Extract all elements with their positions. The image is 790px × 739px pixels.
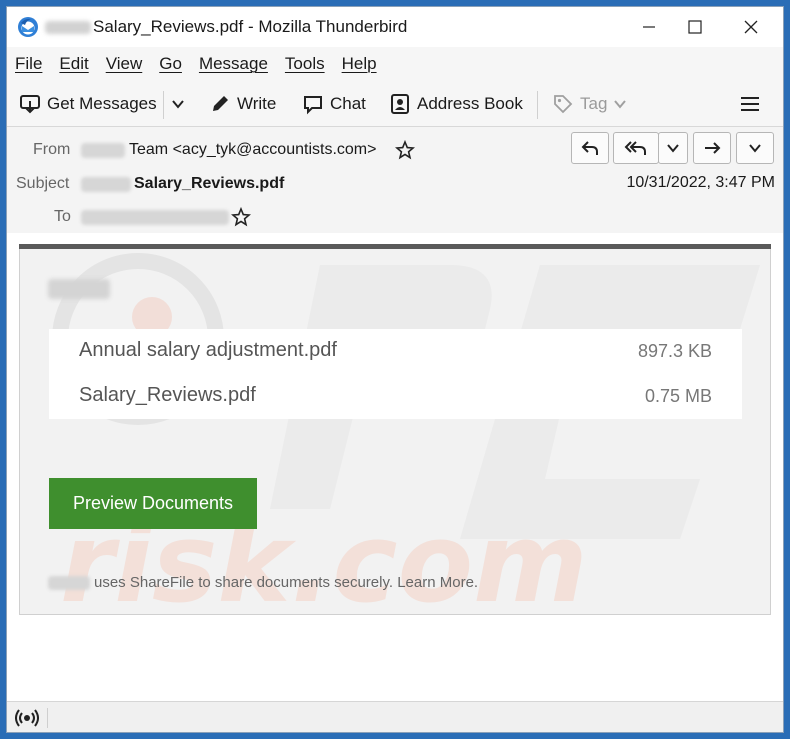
message-header: From Team <acy_tyk@accountists.com> Subj… <box>7 127 783 234</box>
minimize-button[interactable] <box>626 7 672 47</box>
subject-value: Salary_Reviews.pdf <box>134 175 285 192</box>
close-button[interactable] <box>728 7 774 47</box>
menu-bar: File Edit View Go Message Tools Help <box>7 47 783 81</box>
reply-all-button[interactable] <box>613 132 659 164</box>
chevron-down-icon <box>172 100 184 109</box>
maximize-icon <box>688 20 702 34</box>
sharefile-card: risk.com Annual salary adjustment.pdf 89… <box>19 249 771 615</box>
address-book-icon <box>391 94 409 114</box>
chevron-down-icon <box>614 100 627 109</box>
redacted-recipient <box>81 210 229 225</box>
redacted-company-footer <box>48 576 90 590</box>
chat-button[interactable]: Chat <box>302 81 366 127</box>
reply-all-dropdown[interactable] <box>658 132 688 164</box>
get-messages-button[interactable]: Get Messages <box>19 81 157 127</box>
download-icon <box>20 95 40 114</box>
chevron-down-icon <box>667 144 679 153</box>
pcrisk-watermark: risk.com <box>52 253 760 614</box>
from-label: From <box>33 141 71 158</box>
sharefile-footer-text: uses ShareFile to share documents secure… <box>94 574 479 591</box>
address-book-label: Address Book <box>417 94 523 113</box>
menu-file[interactable]: File <box>15 54 42 74</box>
menu-message[interactable]: Message <box>199 54 268 74</box>
main-toolbar: Get Messages Write Chat Address Book Tag <box>7 81 783 127</box>
subject-label: Subject <box>16 175 70 192</box>
app-menu-button[interactable] <box>740 81 766 127</box>
reply-all-icon <box>624 141 646 155</box>
message-body: risk.com Annual salary adjustment.pdf 89… <box>7 233 783 701</box>
tag-icon <box>554 95 573 114</box>
star-icon[interactable] <box>395 140 415 160</box>
menu-edit[interactable]: Edit <box>59 54 88 74</box>
status-bar <box>7 701 783 732</box>
file-name: Salary_Reviews.pdf <box>79 384 256 406</box>
write-button[interactable]: Write <box>209 81 276 127</box>
pencil-icon <box>213 96 228 111</box>
file-size: 0.75 MB <box>644 386 712 406</box>
thunderbird-window: Salary_Reviews.pdf - Mozilla Thunderbird… <box>6 6 784 733</box>
from-address[interactable]: Team <acy_tyk@accountists.com> <box>129 141 376 159</box>
toolbar-divider <box>163 91 164 119</box>
address-book-button[interactable]: Address Book <box>389 81 523 127</box>
menu-help[interactable]: Help <box>342 54 377 74</box>
get-messages-dropdown[interactable] <box>170 81 192 127</box>
minimize-icon <box>643 26 655 28</box>
tag-label: Tag <box>580 94 608 113</box>
star-icon[interactable] <box>231 207 251 227</box>
window-title: Salary_Reviews.pdf - Mozilla Thunderbird <box>93 17 408 36</box>
forward-button[interactable] <box>693 132 731 164</box>
toolbar-divider <box>537 91 538 119</box>
close-icon <box>744 20 758 34</box>
tag-button[interactable]: Tag <box>552 81 633 127</box>
thunderbird-logo-icon <box>18 17 38 37</box>
reply-icon <box>581 141 598 155</box>
chat-bubble-icon <box>304 96 322 115</box>
menu-view[interactable]: View <box>106 54 143 74</box>
reply-button[interactable] <box>571 132 609 164</box>
file-row[interactable]: Salary_Reviews.pdf 0.75 MB <box>49 374 742 419</box>
connection-status-icon[interactable] <box>15 707 39 729</box>
redacted-subject-prefix <box>81 177 131 192</box>
more-actions-button[interactable] <box>736 132 774 164</box>
to-label: To <box>54 208 71 225</box>
redacted-sender-title <box>45 21 91 34</box>
hamburger-menu-icon <box>741 97 759 111</box>
redacted-sender-name <box>81 143 125 158</box>
status-divider <box>47 708 48 728</box>
chat-label: Chat <box>330 94 366 113</box>
message-date: 10/31/2022, 3:47 PM <box>626 174 775 191</box>
file-name: Annual salary adjustment.pdf <box>79 339 337 361</box>
title-bar: Salary_Reviews.pdf - Mozilla Thunderbird <box>7 7 783 47</box>
preview-documents-button[interactable]: Preview Documents <box>49 478 257 529</box>
file-size: 897.3 KB <box>637 341 712 361</box>
forward-icon <box>705 142 721 154</box>
maximize-button[interactable] <box>672 7 718 47</box>
get-messages-label: Get Messages <box>47 94 157 113</box>
more-chevron-icon <box>749 144 761 153</box>
redacted-company-name <box>48 279 110 299</box>
menu-go[interactable]: Go <box>159 54 182 74</box>
write-label: Write <box>237 94 277 113</box>
file-list: Annual salary adjustment.pdf 897.3 KB Sa… <box>49 329 742 419</box>
menu-tools[interactable]: Tools <box>285 54 325 74</box>
file-row[interactable]: Annual salary adjustment.pdf 897.3 KB <box>49 329 742 374</box>
